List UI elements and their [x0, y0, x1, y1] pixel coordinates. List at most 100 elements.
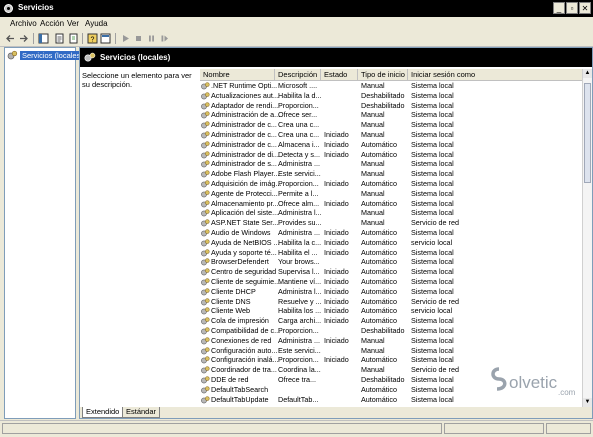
- table-row[interactable]: Configuración auto... Este servici... Manu…: [200, 346, 592, 356]
- row-description: Ofrece alm...: [278, 198, 320, 208]
- row-logon-as: Sistema local: [411, 81, 454, 90]
- gear-icon: [201, 121, 210, 129]
- column-header-nombre[interactable]: Nombre: [200, 69, 275, 80]
- table-row[interactable]: Conexiones de red Administra ... Iniciado M…: [200, 336, 592, 346]
- maximize-button[interactable]: ▫: [566, 2, 578, 14]
- table-row[interactable]: Administrador de di... Detecta y s... Inic…: [200, 150, 592, 160]
- scroll-up-icon[interactable]: ▲: [583, 69, 592, 78]
- table-row[interactable]: Cola de impresión Carga archi... Iniciado A…: [200, 316, 592, 326]
- row-description: Administra ...: [278, 227, 320, 237]
- stop-icon[interactable]: [133, 33, 144, 44]
- column-header-iniciar-sesion[interactable]: Iniciar sesión como: [408, 69, 592, 80]
- table-row[interactable]: Actualizaciones aut... Habilita la d... De…: [200, 91, 592, 101]
- row-name: BrowserDefendert: [211, 257, 269, 267]
- menu-archivo[interactable]: Archivo: [10, 19, 37, 28]
- gear-icon: [201, 239, 210, 247]
- table-row[interactable]: BrowserDefendert Your brows... Automático S…: [200, 257, 592, 267]
- row-startup-type: Deshabilitado: [361, 374, 405, 384]
- table-row[interactable]: Administrador de c... Almacena i... Inicia…: [200, 140, 592, 150]
- table-row[interactable]: Administración de a... Ofrece ser... Manua…: [200, 110, 592, 120]
- row-name: Agente de Protecci...: [211, 188, 278, 198]
- row-logon-as: Sistema local: [411, 90, 454, 100]
- view-icon[interactable]: [100, 33, 111, 44]
- vertical-scrollbar[interactable]: ▲ ▼: [582, 69, 592, 407]
- play-icon[interactable]: [120, 33, 131, 44]
- table-row[interactable]: Cliente Web Habilita los ... Iniciado Autom…: [200, 306, 592, 316]
- table-row[interactable]: Cliente DNS Resuelve y ... Iniciado Automát…: [200, 297, 592, 307]
- table-row[interactable]: Adquisición de imág... Proporcion... Inici…: [200, 179, 592, 189]
- row-description: Provides su...: [278, 218, 321, 228]
- row-logon-as: Sistema local: [411, 345, 454, 355]
- gear-icon: [7, 50, 18, 60]
- details-pane: Servicios (locales) Seleccione un elemen…: [79, 47, 593, 419]
- row-startup-type: Manual: [361, 218, 385, 228]
- row-logon-as: Sistema local: [411, 159, 454, 169]
- row-state: Iniciado: [324, 316, 349, 326]
- restart-icon[interactable]: [159, 33, 170, 44]
- row-logon-as: Servicio de red: [411, 296, 459, 306]
- gear-icon: [201, 170, 210, 178]
- row-state: Iniciado: [324, 227, 349, 237]
- row-logon-as: Sistema local: [411, 149, 454, 159]
- table-row[interactable]: Compatibilidad de c... Proporcion... Desha…: [200, 326, 592, 336]
- table-row[interactable]: ASP.NET State Ser... Provides su... Manual…: [200, 218, 592, 228]
- menu-accion[interactable]: Acción: [40, 19, 64, 28]
- table-row[interactable]: Ayuda y soporte té... Habilita el ... Inic…: [200, 248, 592, 258]
- row-name: Cliente Web: [211, 306, 251, 316]
- row-logon-as: Sistema local: [411, 325, 454, 335]
- tab-extendido[interactable]: Extendido: [82, 407, 124, 418]
- row-description: Carga archi...: [278, 316, 321, 326]
- table-row[interactable]: Cliente de seguimie... Mantiene ví... Inic…: [200, 277, 592, 287]
- status-bar: [0, 420, 593, 437]
- row-description: Mantiene ví...: [278, 276, 321, 286]
- table-row[interactable]: .NET Runtime Opti... Microsoft .... Manual…: [200, 81, 592, 91]
- table-row[interactable]: Cliente DHCP Administra l... Iniciado Autom…: [200, 287, 592, 297]
- pane-title: Servicios (locales): [100, 53, 171, 62]
- row-logon-as: Sistema local: [411, 129, 454, 139]
- menu-ver[interactable]: Ver: [67, 19, 79, 28]
- row-startup-type: Automático: [361, 139, 397, 149]
- console-tree-icon[interactable]: [38, 33, 49, 44]
- row-state: Iniciado: [324, 267, 349, 277]
- properties-icon[interactable]: [54, 33, 65, 44]
- column-header-estado[interactable]: Estado: [321, 69, 358, 80]
- gear-icon: [84, 52, 96, 62]
- status-cell-tertiary: [546, 423, 591, 434]
- table-row[interactable]: Adobe Flash Player... Este servici... Manu…: [200, 169, 592, 179]
- row-logon-as: Sistema local: [411, 169, 454, 179]
- row-state: Iniciado: [324, 247, 349, 257]
- table-row[interactable]: Agente de Protecci... Permite a l... Manua…: [200, 189, 592, 199]
- table-row[interactable]: Centro de seguridad Supervisa l... Iniciad…: [200, 267, 592, 277]
- gear-icon: [201, 229, 210, 237]
- row-startup-type: Automático: [361, 149, 397, 159]
- forward-arrow-icon[interactable]: [18, 33, 29, 44]
- row-description: Almacena i...: [278, 139, 320, 149]
- table-row[interactable]: Aplicación del siste... Administra l... Ma…: [200, 208, 592, 218]
- pause-icon[interactable]: [146, 33, 157, 44]
- column-header-tipo-inicio[interactable]: Tipo de inicio: [358, 69, 408, 80]
- table-row[interactable]: Administrador de s... Administra ... Manua…: [200, 159, 592, 169]
- table-row[interactable]: Almacenamiento pr... Ofrece alm... Iniciad…: [200, 199, 592, 209]
- back-arrow-icon[interactable]: [5, 33, 16, 44]
- close-button[interactable]: ✕: [579, 2, 591, 14]
- table-row[interactable]: Administrador de c... Crea una c... Inicia…: [200, 130, 592, 140]
- row-logon-as: Sistema local: [411, 188, 454, 198]
- table-row[interactable]: Ayuda de NetBIOS ... Habilita la c... Inic…: [200, 238, 592, 248]
- column-headers: Nombre Descripción Estado Tipo de inicio…: [200, 69, 592, 81]
- tab-estandar[interactable]: Estándar: [122, 407, 161, 418]
- column-header-descripcion[interactable]: Descripción: [275, 69, 321, 80]
- gear-icon: [201, 141, 210, 149]
- scroll-thumb[interactable]: [584, 83, 591, 183]
- table-row[interactable]: Adaptador de rendi... Proporcion... Deshab…: [200, 101, 592, 111]
- refresh-icon[interactable]: [68, 33, 79, 44]
- table-row[interactable]: Audio de Windows Administra ... Iniciado Au…: [200, 228, 592, 238]
- gear-icon: [201, 327, 210, 335]
- table-row[interactable]: Administrador de c... Crea una c... Manual…: [200, 120, 592, 130]
- row-name: Configuración auto...: [211, 345, 278, 355]
- minimize-button[interactable]: _: [553, 2, 565, 14]
- help-icon[interactable]: ?: [87, 33, 98, 44]
- menu-ayuda[interactable]: Ayuda: [85, 19, 108, 28]
- row-startup-type: Manual: [361, 365, 385, 375]
- row-description: Habilita el ...: [278, 247, 318, 257]
- row-description: Your brows...: [278, 257, 320, 267]
